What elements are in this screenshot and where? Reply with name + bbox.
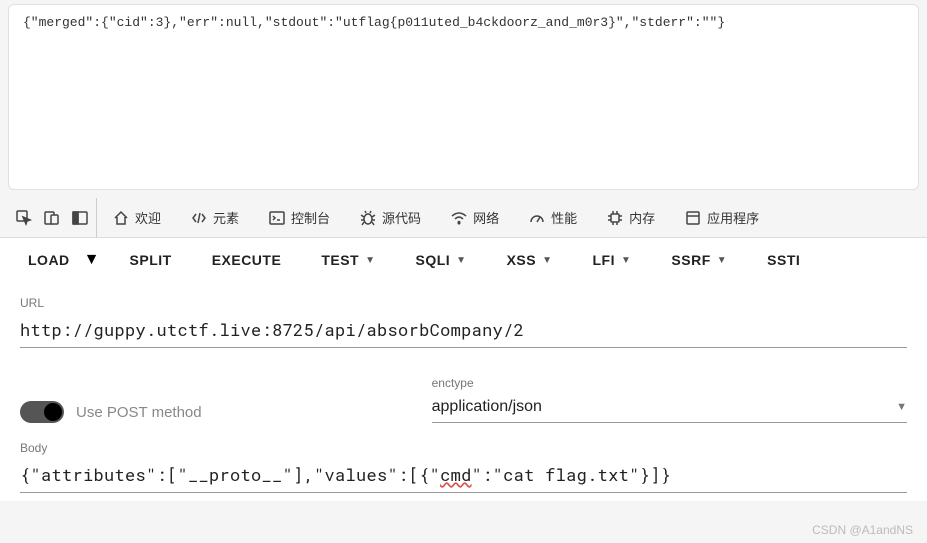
body-text-wavy: cmd	[440, 463, 472, 486]
action-label: LFI	[593, 252, 616, 268]
tab-label: 控制台	[291, 208, 330, 227]
tab-label: 网络	[473, 208, 499, 227]
sqli-button[interactable]: SQLI ▼	[406, 246, 477, 274]
split-button[interactable]: SPLIT	[120, 246, 182, 274]
body-block: Body {"attributes":["__proto__"],"values…	[20, 441, 907, 493]
caret-icon: ▼	[365, 255, 375, 266]
url-input[interactable]	[20, 314, 907, 348]
wifi-icon	[451, 210, 467, 226]
response-panel: {"merged":{"cid":3},"err":null,"stdout":…	[8, 4, 919, 190]
console-icon	[269, 210, 285, 226]
action-label: SQLI	[416, 252, 451, 268]
devtools-icon-group	[8, 198, 97, 237]
post-toggle-wrap: Use POST method	[20, 401, 202, 423]
tab-elements[interactable]: 元素	[177, 198, 253, 237]
gauge-icon	[529, 210, 545, 226]
test-button[interactable]: TEST ▼	[311, 246, 385, 274]
load-button[interactable]: LOAD	[18, 246, 80, 274]
app-icon	[685, 210, 701, 226]
caret-icon: ▼	[542, 255, 552, 266]
devtools-tabbar: 欢迎 元素 控制台 源代码 网络 性能 内存 应用程序	[0, 198, 927, 238]
ssrf-button[interactable]: SSRF ▼	[661, 246, 737, 274]
enctype-select[interactable]: application/json ▼	[432, 394, 907, 423]
body-label: Body	[20, 441, 907, 455]
enctype-label: enctype	[432, 376, 907, 390]
tab-memory[interactable]: 内存	[593, 198, 669, 237]
action-label: XSS	[507, 252, 537, 268]
post-toggle-label: Use POST method	[76, 404, 202, 421]
tab-performance[interactable]: 性能	[515, 198, 591, 237]
bug-icon	[360, 210, 376, 226]
tab-label: 元素	[213, 208, 239, 227]
caret-icon: ▼	[896, 401, 907, 413]
tab-label: 性能	[551, 208, 577, 227]
tab-welcome[interactable]: 欢迎	[99, 198, 175, 237]
url-label: URL	[20, 296, 907, 310]
caret-icon: ▼	[621, 255, 631, 266]
xss-button[interactable]: XSS ▼	[497, 246, 563, 274]
ssti-button[interactable]: SSTI	[757, 246, 810, 274]
watermark: CSDN @A1andNS	[812, 523, 913, 537]
caret-icon[interactable]: ▼	[84, 251, 100, 269]
caret-icon: ▼	[717, 255, 727, 266]
action-bar: LOAD ▼ SPLIT EXECUTE TEST ▼ SQLI ▼ XSS ▼ LF…	[0, 238, 927, 282]
action-label: SSRF	[671, 252, 710, 268]
action-label: TEST	[321, 252, 359, 268]
body-text-prefix: {"attributes":["__proto__"],"values":[{"	[20, 463, 440, 486]
enctype-block: enctype application/json ▼	[432, 376, 907, 423]
form-area: URL Use POST method enctype application/…	[0, 282, 927, 501]
post-toggle[interactable]	[20, 401, 64, 423]
code-icon	[191, 210, 207, 226]
caret-icon: ▼	[456, 255, 466, 266]
tab-network[interactable]: 网络	[437, 198, 513, 237]
action-label: SSTI	[767, 252, 800, 268]
tab-label: 欢迎	[135, 208, 161, 227]
chip-icon	[607, 210, 623, 226]
tab-application[interactable]: 应用程序	[671, 198, 773, 237]
body-input[interactable]: {"attributes":["__proto__"],"values":[{"…	[20, 459, 907, 493]
home-icon	[113, 210, 129, 226]
panel-icon[interactable]	[72, 210, 88, 226]
tab-label: 内存	[629, 208, 655, 227]
tab-label: 应用程序	[707, 208, 759, 227]
device-icon[interactable]	[44, 210, 60, 226]
inspect-icon[interactable]	[16, 210, 32, 226]
response-text: {"merged":{"cid":3},"err":null,"stdout":…	[23, 15, 725, 30]
execute-button[interactable]: EXECUTE	[202, 246, 292, 274]
enctype-value: application/json	[432, 398, 542, 416]
tab-sources[interactable]: 源代码	[346, 198, 435, 237]
tab-console[interactable]: 控制台	[255, 198, 344, 237]
action-label: EXECUTE	[212, 252, 282, 268]
body-text-suffix: ":"cat flag.txt"}]}	[472, 463, 672, 486]
action-label: LOAD	[28, 252, 70, 268]
action-label: SPLIT	[130, 252, 172, 268]
lfi-button[interactable]: LFI ▼	[583, 246, 642, 274]
tab-label: 源代码	[382, 208, 421, 227]
